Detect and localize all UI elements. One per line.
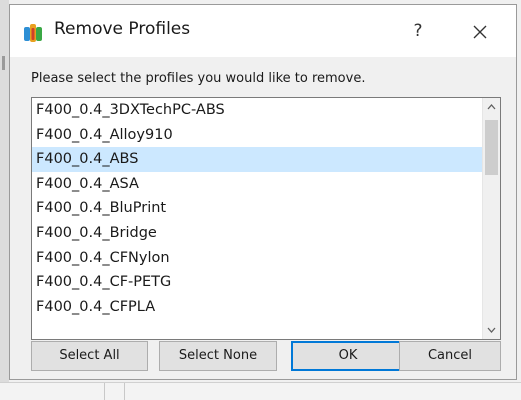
cancel-button[interactable]: Cancel — [399, 341, 501, 371]
dialog-titlebar: Remove Profiles ? — [10, 5, 516, 57]
select-all-button[interactable]: Select All — [31, 341, 148, 371]
select-none-button[interactable]: Select None — [159, 341, 277, 371]
statusbar-divider — [104, 383, 105, 400]
profile-list-item[interactable]: F400_0.4_Bridge — [32, 221, 482, 246]
profile-list-item-selected[interactable]: F400_0.4_ABS — [32, 147, 482, 172]
profile-list-item[interactable]: F400_0.4_3DXTechPC-ABS — [32, 98, 482, 123]
profile-list-item[interactable]: F400_0.4_BluPrint — [32, 196, 482, 221]
profile-list-item[interactable]: F400_0.4_ASA — [32, 172, 482, 197]
statusbar-divider — [124, 383, 125, 400]
close-button[interactable] — [458, 15, 502, 47]
remove-profiles-dialog: Remove Profiles ? Please select the prof… — [9, 4, 517, 380]
dialog-title: Remove Profiles — [54, 19, 191, 39]
background-window-mark — [2, 56, 5, 70]
close-icon — [473, 25, 487, 38]
profile-list-item[interactable]: F400_0.4_Alloy910 — [32, 123, 482, 148]
instruction-text: Please select the profiles you would lik… — [31, 71, 366, 86]
profiles-listbox[interactable]: F400_0.4_3DXTechPC-ABS F400_0.4_Alloy910… — [31, 97, 501, 340]
profile-list-item[interactable]: F400_0.4_CFPLA — [32, 295, 482, 320]
scroll-up-button[interactable] — [483, 98, 500, 116]
scrollbar-thumb[interactable] — [485, 120, 498, 175]
chevron-up-icon — [487, 104, 496, 110]
background-window-edge — [0, 0, 9, 399]
vertical-scrollbar[interactable] — [482, 98, 500, 339]
chevron-down-icon — [487, 327, 496, 333]
background-window-statusbar — [0, 382, 521, 400]
ok-button[interactable]: OK — [291, 341, 405, 371]
profiles-list: F400_0.4_3DXTechPC-ABS F400_0.4_Alloy910… — [32, 98, 482, 319]
profile-list-item[interactable]: F400_0.4_CF-PETG — [32, 270, 482, 295]
scroll-down-button[interactable] — [483, 321, 500, 339]
profiles-app-icon — [24, 24, 42, 42]
help-button[interactable]: ? — [396, 15, 440, 47]
profile-list-item[interactable]: F400_0.4_CFNylon — [32, 246, 482, 271]
